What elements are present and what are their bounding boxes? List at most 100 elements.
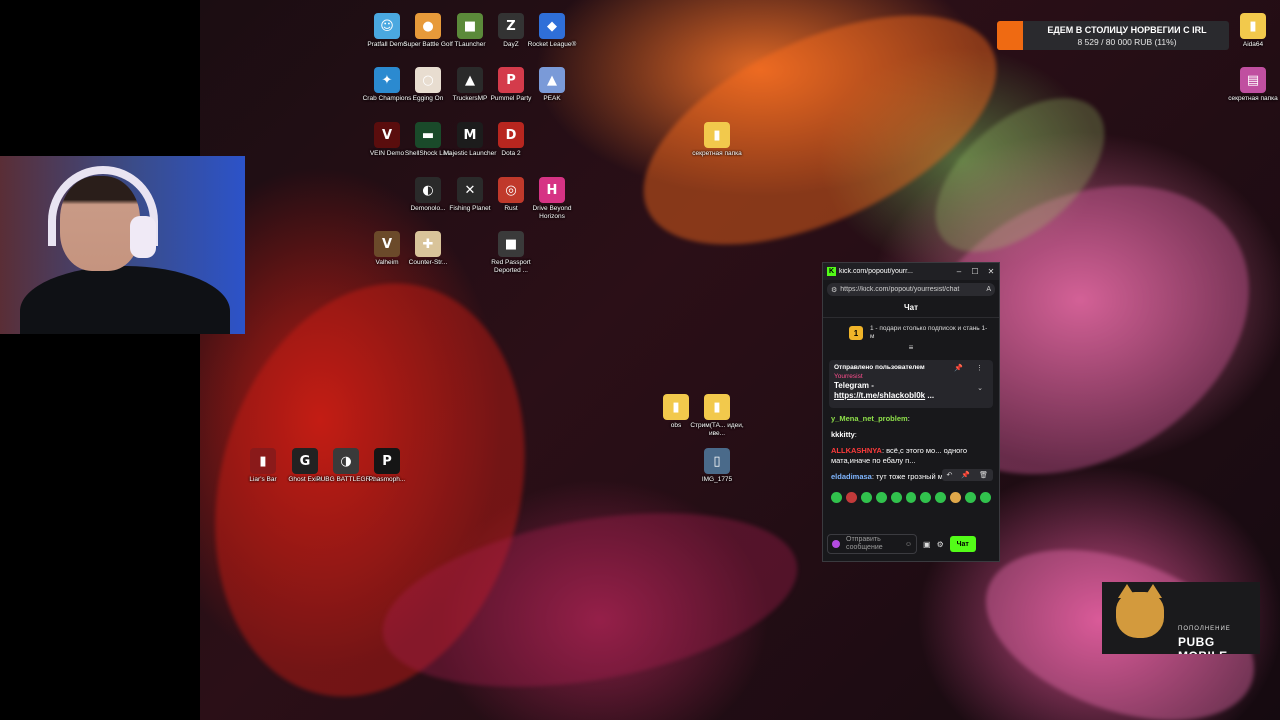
desktop-icon[interactable]: H Drive Beyond Horizons [522,177,582,221]
pinned-text: Telegram - https://t.me/shlackobl0k ... [834,381,988,401]
app-icon: ▲ [539,67,565,93]
desktop-icon[interactable]: P Phasmoph... [357,448,417,484]
desktop-icon[interactable]: ▮ секретная папка [687,122,747,158]
url-text: https://kick.com/popout/yourresist/chat [840,286,960,293]
desktop-icon[interactable]: ✚ Counter-Str... [398,231,458,267]
gift-leaderboard-banner[interactable]: 1 1 - подари столько подписок и стань 1-… [823,318,999,345]
emote-icon[interactable] [875,492,887,503]
desktop-icon-label: Red Passport Deported ... [491,259,531,274]
app-icon: ▮ [1240,13,1266,39]
app-icon: H [539,177,565,203]
window-titlebar[interactable]: K kick.com/popout/yourr... – ☐ ✕ [823,263,999,280]
emote-icon[interactable] [860,492,872,503]
chat-username[interactable]: y_Mena_net_problem [831,414,908,423]
gift-text: 1 - подари столько подписок и стань 1-м [870,325,988,340]
address-bar[interactable]: ⚙ https://kick.com/popout/yourresist/cha… [827,283,995,296]
reply-icon[interactable]: ↶ [947,471,953,479]
minimize-button[interactable]: – [951,267,967,276]
chevron-down-icon[interactable]: ⌄ [977,384,983,392]
desktop-icon[interactable]: ▲ PEAK [522,67,582,103]
rank-badge: 1 [849,326,863,340]
desktop-icon-label: Стрим(ТА... идеи, иве... [690,422,744,437]
app-icon: ■ [498,231,524,257]
window-title: kick.com/popout/yourr... [839,268,913,275]
message-actions[interactable]: ↶ 📌 🗑 [941,469,993,481]
desktop-icon-label: IMG_1775 [701,476,733,483]
app-icon: P [374,448,400,474]
app-icon: ◐ [415,177,441,203]
app-icon: ◑ [333,448,359,474]
close-button[interactable]: ✕ [983,267,999,276]
chat-input[interactable]: Отправить сообщение ☺ [827,534,917,554]
pinned-more: ... [927,391,935,400]
desktop-icon[interactable]: D Dota 2 [481,122,541,158]
maximize-button[interactable]: ☐ [967,267,983,276]
goal-progress-bar [997,47,1023,50]
emote-icon[interactable] [920,492,932,503]
headset-earcup [130,216,156,258]
app-icon: V [374,122,400,148]
desktop-icon[interactable]: ▤ секретная папка [1223,67,1280,103]
chat-message-text: : [854,430,857,439]
chat-message[interactable]: kkkitty: [823,430,999,440]
donation-goal-widget: ЕДЕМ В СТОЛИЦУ НОРВЕГИИ С IRL 8 529 / 80… [997,21,1229,50]
mic-icon[interactable] [832,540,840,548]
chat-popout-window[interactable]: K kick.com/popout/yourr... – ☐ ✕ ⚙ https… [822,262,1000,562]
app-icon: G [292,448,318,474]
desktop-icon[interactable]: ◆ Rocket League® [522,13,582,49]
chat-username[interactable]: ALLKASHNYA [831,446,882,455]
streamer-body [20,266,230,334]
emote-icon[interactable] [965,492,977,503]
emote-icon[interactable] [890,492,902,503]
emote-icon[interactable] [980,492,991,503]
desktop-icon[interactable]: ▮ Aida64 [1223,13,1280,49]
app-icon: ▮ [704,122,730,148]
send-chat-button[interactable]: Чат [949,536,976,552]
app-icon: ▮ [663,394,689,420]
desktop-icon[interactable]: ■ Red Passport Deported ... [481,231,541,275]
app-icon: ☺ [374,13,400,39]
app-icon: ▮ [250,448,276,474]
emote-icon[interactable] [905,492,917,503]
logo-title: PUBG MOBILE [1178,635,1227,654]
translate-icon[interactable]: A [986,286,991,293]
pin-icon[interactable]: 📌 [954,364,963,372]
emote-icon[interactable] [831,492,842,503]
desktop-icon[interactable]: ▮ Стрим(ТА... идеи, иве... [687,394,747,438]
desktop-icon-label: Drive Beyond Horizons [532,205,572,220]
app-icon: D [498,122,524,148]
emote-icon[interactable] [950,492,962,503]
app-icon: ✕ [457,177,483,203]
more-options-icon[interactable]: ⋮ [976,364,983,372]
emoji-icon[interactable]: ☺ [905,541,912,548]
desktop-icon[interactable]: ▯ IMG_1775 [687,448,747,484]
app-icon: ✚ [415,231,441,257]
pinned-user: Yourresist [834,373,863,380]
app-icon: Z [498,13,524,39]
pin-message-icon[interactable]: 📌 [961,471,970,479]
chat-input-placeholder: Отправить сообщение [846,536,883,551]
webcam-overlay [0,156,245,334]
settings-icon[interactable]: ⚙ [937,540,944,549]
emote-icon[interactable] [845,492,857,503]
app-icon: ■ [457,13,483,39]
sponsor-logo: ПОПОЛНЕНИЕ PUBG MOBILE [1102,582,1260,654]
pinned-link[interactable]: https://t.me/shlackobl0k [834,391,925,400]
desktop-icon-label: PEAK [543,95,561,102]
emote-bar[interactable] [823,492,999,503]
chat-header: Чат [823,299,999,318]
site-info-icon[interactable]: ⚙ [831,286,837,294]
logo-subtitle: ПОПОЛНЕНИЕ [1178,626,1231,632]
chat-username[interactable]: eldadimasa [831,472,872,481]
chat-message[interactable]: ALLKASHNYA: всё,с этого мо... одного мат… [823,446,999,466]
chat-message[interactable]: y_Mena_net_problem: [823,414,999,424]
gift-icon[interactable]: ▣ [923,540,931,549]
pinned-message[interactable]: Отправлено пользователем Yourresist Tele… [829,360,993,408]
app-icon: ▤ [1240,67,1266,93]
pinned-message-text: Telegram - [834,381,874,390]
emote-icon[interactable] [935,492,947,503]
desktop-icon-label: Rocket League® [527,41,577,48]
delete-icon[interactable]: 🗑 [979,471,988,479]
chat-username[interactable]: kkkitty [831,430,855,439]
app-icon: ✦ [374,67,400,93]
